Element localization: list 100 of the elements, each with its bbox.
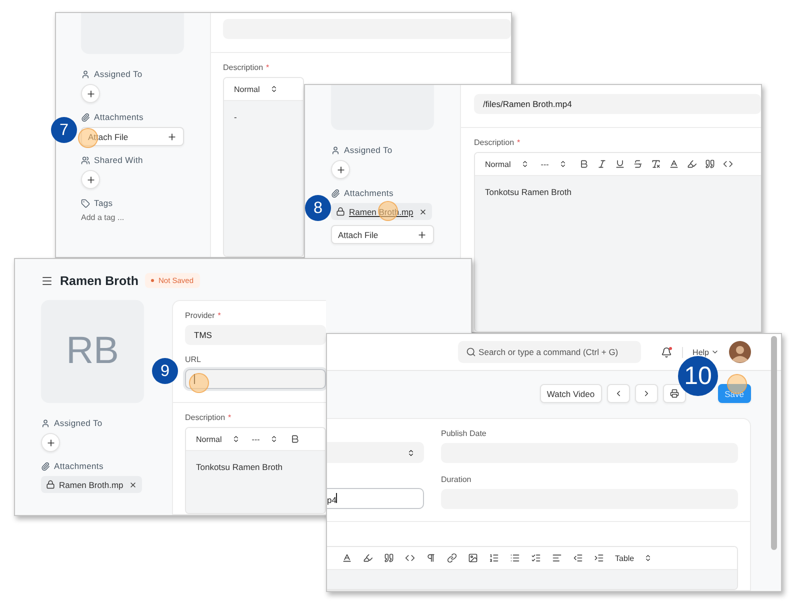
text-field[interactable]: TMS xyxy=(185,325,326,345)
checklist-icon xyxy=(531,553,541,563)
remove-icon[interactable] xyxy=(419,208,427,216)
ordered-list-button[interactable] xyxy=(489,553,499,563)
add-button[interactable] xyxy=(81,84,100,103)
checklist-button[interactable] xyxy=(531,553,541,563)
attachment-chip[interactable]: Ramen Broth.mp xyxy=(331,203,432,220)
format-select[interactable]: Table xyxy=(615,554,656,562)
image-icon xyxy=(468,553,478,563)
text-field[interactable]: p4 xyxy=(327,488,424,509)
url-field[interactable]: /files/Ramen Broth.mp4 xyxy=(474,94,761,114)
rich-text-editor[interactable]: Normal --- Tonkotsu Ramen Broth xyxy=(474,152,761,332)
avatar-initials: RB xyxy=(41,300,144,403)
stepper-icon xyxy=(232,435,240,443)
link-button[interactable] xyxy=(447,553,457,563)
code-icon xyxy=(405,553,415,563)
format-select[interactable]: --- xyxy=(252,434,282,444)
add-tag-link[interactable]: Add a tag ... xyxy=(81,213,190,222)
printer-icon xyxy=(670,389,679,398)
text-field[interactable] xyxy=(223,19,511,39)
description-text: Tonkotsu Ramen Broth xyxy=(196,462,282,472)
link-icon xyxy=(447,553,457,563)
bold-button[interactable] xyxy=(290,434,300,444)
watch-video-button[interactable]: Watch Video xyxy=(540,384,602,403)
strikethrough-icon xyxy=(632,159,643,169)
stepper-icon xyxy=(407,448,415,456)
text-color-icon xyxy=(342,553,352,563)
search-field[interactable]: Search or type a command (Ctrl + G) xyxy=(458,341,641,363)
bullet-list-icon xyxy=(510,553,520,563)
strikethrough-button[interactable] xyxy=(632,159,643,169)
format-select[interactable]: --- xyxy=(540,160,571,168)
lock-icon xyxy=(336,207,345,216)
remove-icon[interactable] xyxy=(129,480,137,488)
rich-text-editor[interactable]: Table xyxy=(327,546,738,590)
paperclip-icon xyxy=(41,462,50,470)
bold-icon xyxy=(290,434,300,444)
pilcrow-button[interactable] xyxy=(426,553,436,563)
underline-button[interactable] xyxy=(614,159,625,169)
underline-icon xyxy=(614,159,625,169)
attach-file-button[interactable]: Attach File xyxy=(331,225,434,244)
quote-button[interactable] xyxy=(384,553,394,563)
user-avatar[interactable] xyxy=(729,341,751,363)
highlight-icon xyxy=(686,159,697,169)
code-button[interactable] xyxy=(722,159,733,169)
add-button[interactable] xyxy=(331,160,350,179)
users-icon xyxy=(81,156,90,164)
scrollbar[interactable] xyxy=(771,336,777,550)
help-menu[interactable]: Help xyxy=(692,348,719,356)
clear-format-icon xyxy=(650,159,661,169)
bold-button[interactable] xyxy=(578,159,589,169)
plus-icon xyxy=(86,88,96,98)
section-label: Assigned To xyxy=(344,145,392,155)
rich-text-editor[interactable]: Normal - xyxy=(223,77,304,257)
print-button[interactable] xyxy=(662,384,686,403)
text-field[interactable] xyxy=(185,369,326,389)
format-select[interactable]: Normal xyxy=(234,84,282,94)
clear-format-button[interactable] xyxy=(650,159,661,169)
paperclip-icon xyxy=(81,112,90,122)
add-button[interactable] xyxy=(41,433,60,452)
code-button[interactable] xyxy=(405,553,415,563)
field-label: URL xyxy=(185,355,202,364)
indent-button[interactable] xyxy=(594,553,604,563)
outdent-button[interactable] xyxy=(573,553,583,563)
menu-icon[interactable] xyxy=(41,274,53,286)
rich-text-editor[interactable]: Normal --- Tonkotsu Ramen Broth xyxy=(185,427,326,514)
description-text: - xyxy=(234,112,237,122)
ordered-list-icon xyxy=(489,553,499,563)
required-mark: * xyxy=(517,138,520,147)
add-button[interactable] xyxy=(81,170,100,189)
click-indicator xyxy=(189,373,209,393)
description-text: Tonkotsu Ramen Broth xyxy=(485,187,572,197)
chevron-down-icon xyxy=(711,348,719,356)
stepper-icon xyxy=(270,435,278,443)
plus-icon xyxy=(167,132,177,142)
align-left-button[interactable] xyxy=(552,553,562,563)
pilcrow-icon xyxy=(426,553,436,563)
section-label: Assigned To xyxy=(54,418,102,428)
text-color-button[interactable] xyxy=(668,159,679,169)
user-icon xyxy=(41,418,50,428)
text-color-button[interactable] xyxy=(342,553,352,563)
indent-icon xyxy=(594,553,604,563)
section-label: Shared With xyxy=(94,155,143,165)
quote-button[interactable] xyxy=(704,159,715,169)
format-select[interactable]: Normal xyxy=(485,160,533,168)
highlight-button[interactable] xyxy=(363,553,373,563)
select-field[interactable] xyxy=(327,442,424,463)
stepper-icon xyxy=(270,85,278,93)
plus-icon xyxy=(336,164,346,174)
section-label: Assigned To xyxy=(94,69,142,79)
stepper-icon xyxy=(558,160,567,168)
quote-icon xyxy=(704,159,715,169)
bullet-list-button[interactable] xyxy=(510,553,520,563)
italic-button[interactable] xyxy=(596,159,607,169)
format-select[interactable]: Normal xyxy=(196,434,244,444)
image-button[interactable] xyxy=(468,553,478,563)
bell-icon[interactable] xyxy=(660,346,672,358)
section-label: Tags xyxy=(94,198,113,208)
code-icon xyxy=(722,159,733,169)
attachment-chip[interactable]: Ramen Broth.mp xyxy=(41,476,142,493)
highlight-button[interactable] xyxy=(686,159,697,169)
